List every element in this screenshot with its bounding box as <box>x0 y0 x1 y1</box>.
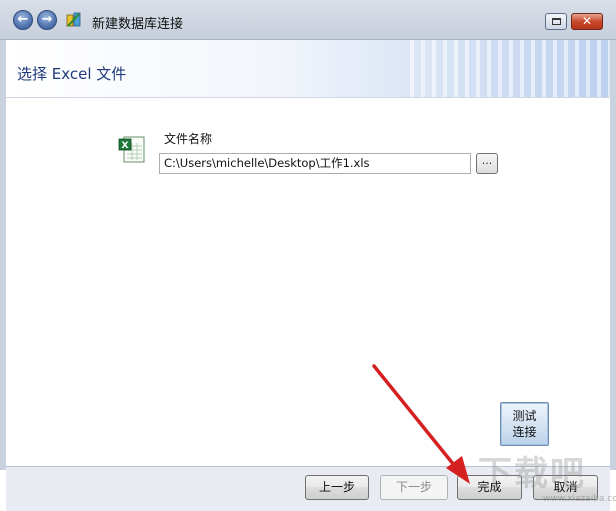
excel-file-icon: X <box>118 136 145 163</box>
test-connection-button[interactable]: 测试 连接 <box>500 402 549 446</box>
file-path-input[interactable]: C:\Users\michelle\Desktop\工作1.xls <box>159 153 471 174</box>
database-connection-wizard: ← → 新建数据库连接 ✕ 选择 Excel 文件 X 文件名称 C:\User… <box>0 0 616 511</box>
maximize-icon <box>552 18 561 25</box>
test-connection-label-line2: 连接 <box>512 425 537 439</box>
watermark-url: www.xiazaiba.com <box>543 494 616 504</box>
window-left-border <box>0 40 6 470</box>
file-name-label: 文件名称 <box>164 132 213 146</box>
browse-button[interactable]: ... <box>476 153 498 174</box>
close-icon: ✕ <box>581 14 593 28</box>
previous-button[interactable]: 上一步 <box>305 475 369 500</box>
arrow-right-icon[interactable]: → <box>37 10 57 30</box>
title-bar: ← → 新建数据库连接 ✕ <box>0 0 616 40</box>
arrow-left-icon[interactable]: ← <box>13 10 33 30</box>
svg-text:X: X <box>122 141 129 151</box>
window-title: 新建数据库连接 <box>92 17 184 32</box>
test-connection-label-line1: 测试 <box>512 409 537 423</box>
close-button[interactable]: ✕ <box>571 13 603 30</box>
window-right-border <box>610 40 616 470</box>
watermark-logo: 下载吧 <box>478 454 586 494</box>
header-decoration <box>410 40 610 97</box>
wizard-header: 选择 Excel 文件 <box>6 40 610 98</box>
database-app-icon <box>66 12 81 27</box>
page-title: 选择 Excel 文件 <box>17 65 127 83</box>
maximize-button[interactable] <box>545 13 567 30</box>
next-button[interactable]: 下一步 <box>380 475 448 500</box>
